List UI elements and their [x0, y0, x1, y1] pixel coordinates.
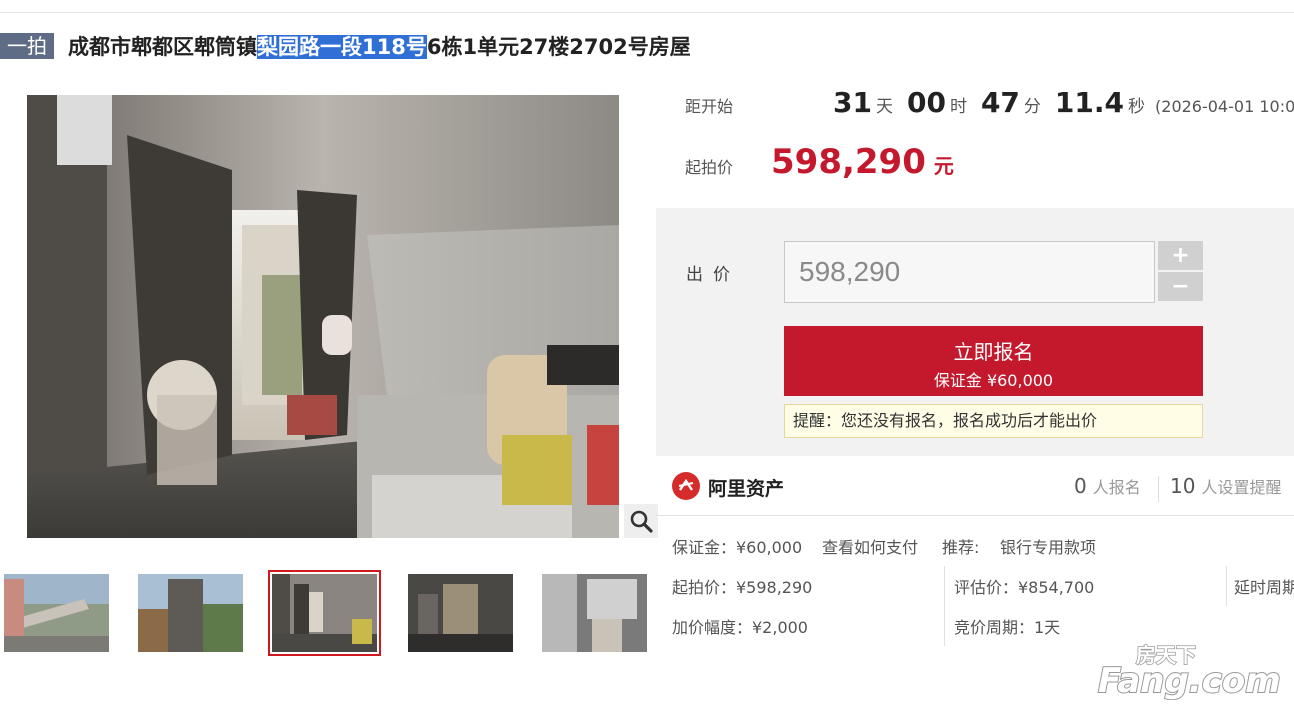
deposit-info: 保证金：¥60,000 — [672, 538, 803, 557]
bid-amount-input[interactable] — [784, 241, 1155, 303]
countdown-days: 31 — [833, 86, 872, 119]
appraisal-price: 评估价：¥854,700 — [954, 578, 1095, 597]
title-selected-text[interactable]: 梨园路一段118号 — [257, 35, 427, 59]
minus-icon: − — [1171, 274, 1190, 299]
main-photo[interactable] — [27, 95, 619, 538]
countdown-label: 距开始 — [685, 97, 734, 116]
thumbnail-3-selected[interactable] — [268, 570, 381, 656]
auction-round-tag: 一拍 — [0, 33, 54, 59]
register-reminder: 提醒：您还没有报名，报名成功后才能出价 — [784, 404, 1203, 438]
title-post: 6栋1单元27楼2702号房屋 — [426, 35, 691, 59]
start-price-label: 起拍价 — [685, 158, 734, 177]
countdown-minutes: 47 — [980, 86, 1020, 119]
increase-bid-button[interactable]: + — [1158, 241, 1203, 270]
thumbnail-image — [272, 574, 377, 652]
thumbnail-4[interactable] — [408, 574, 513, 652]
countdown-days-unit: 天 — [875, 97, 893, 117]
thumbnail-image — [542, 574, 647, 652]
registered-count: 0 — [1074, 474, 1087, 498]
detail-divider-1 — [944, 566, 945, 646]
thumbnail-image — [4, 574, 109, 652]
bid-panel: 出价 + − 立即报名 保证金 ¥60,000 提醒：您还没有报名，报名成功后才… — [656, 208, 1294, 456]
registered-text: 人报名 — [1092, 478, 1141, 497]
start-price-value: 598,290 — [771, 142, 926, 182]
register-deposit-label: 保证金 ¥60,000 — [933, 371, 1054, 390]
title-row: 一拍 成都市郫都区郫筒镇梨园路一段118号6栋1单元27楼2702号房屋 — [0, 30, 691, 62]
register-button[interactable]: 立即报名 保证金 ¥60,000 — [784, 326, 1203, 396]
ali-logo-icon — [672, 472, 700, 500]
platform-name: 阿里资产 — [708, 478, 785, 500]
countdown-minutes-unit: 分 — [1023, 97, 1041, 117]
reminder-count: 10 — [1170, 474, 1196, 498]
registered-stat: 0 人报名 — [1074, 474, 1141, 498]
thumbnail-strip — [0, 570, 660, 656]
page-title: 成都市郫都区郫筒镇梨园路一段118号6栋1单元27楼2702号房屋 — [68, 31, 691, 61]
fang-watermark: 房天下 Fang.com — [1096, 640, 1286, 702]
watermark-main-text: Fang.com — [1098, 661, 1281, 700]
zoom-button[interactable] — [624, 504, 658, 538]
register-button-label: 立即报名 — [953, 340, 1034, 364]
platform-divider — [656, 515, 1294, 516]
detail-start-price: 起拍价：¥598,290 — [672, 578, 813, 597]
reminder-stat: 10 人设置提醒 — [1170, 474, 1281, 498]
bank-payment-link[interactable]: 银行专用款项 — [1000, 534, 1096, 558]
title-pre: 成都市郫都区郫筒镇 — [68, 35, 257, 59]
stat-divider — [1158, 476, 1159, 502]
plus-icon: + — [1171, 243, 1190, 268]
start-price-unit: 元 — [933, 154, 954, 178]
thumbnail-2[interactable] — [138, 574, 243, 652]
room-photo — [27, 95, 619, 538]
decrease-bid-button[interactable]: − — [1158, 272, 1203, 301]
countdown-hours: 00 — [906, 86, 946, 119]
detail-divider-2 — [1226, 566, 1227, 606]
fang-logo-icon: 房天下 Fang.com — [1097, 642, 1282, 702]
top-divider — [0, 12, 1294, 13]
delay-period: 延时周期 — [1234, 578, 1294, 597]
recommend-label: 推荐: — [942, 538, 980, 557]
start-time-note: (2026-04-01 10:00开拍) — [1155, 97, 1294, 116]
auction-cycle: 竞价周期：1天 — [954, 618, 1061, 637]
countdown-seconds-unit: 秒 — [1128, 97, 1146, 117]
countdown: 距开始 31 天 00 时 47 分 11.4 秒 (2026-04-01 10… — [685, 86, 1294, 126]
countdown-seconds: 11.4 — [1054, 86, 1125, 119]
bid-increment: 加价幅度：¥2,000 — [672, 618, 808, 637]
how-to-pay-link[interactable]: 查看如何支付 — [822, 534, 918, 558]
countdown-hours-unit: 时 — [949, 97, 967, 117]
bid-label: 出价 — [686, 265, 740, 285]
platform-row: 阿里资产 0 人报名 10 人设置提醒 — [656, 468, 1294, 508]
thumbnail-image — [138, 574, 243, 652]
thumbnail-5[interactable] — [542, 574, 647, 652]
thumbnail-image — [408, 574, 513, 652]
reminder-text: 人设置提醒 — [1201, 478, 1282, 497]
zoom-icon — [630, 510, 653, 533]
thumbnail-1[interactable] — [4, 574, 109, 652]
start-price: 起拍价 598,290 元 — [685, 142, 954, 186]
